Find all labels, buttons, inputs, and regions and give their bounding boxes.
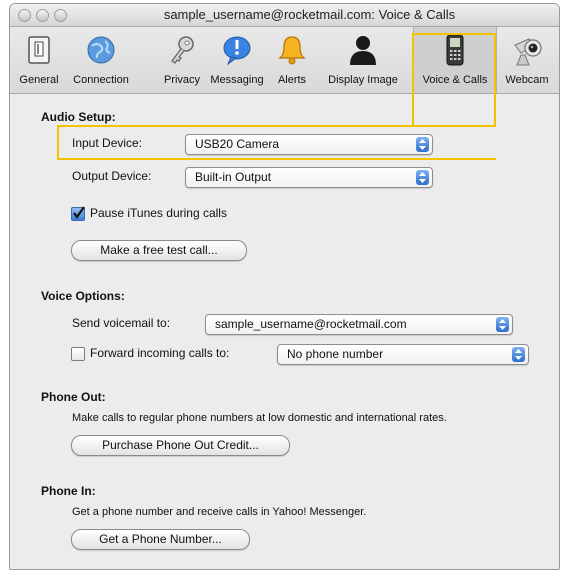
checkmark-icon	[73, 206, 85, 219]
phone-out-description: Make calls to regular phone numbers at l…	[72, 412, 447, 424]
speech-bubble-icon	[223, 36, 251, 66]
forward-calls-checkbox[interactable]	[71, 347, 85, 361]
toolbar-alerts[interactable]: Alerts	[272, 27, 312, 93]
minimize-window-button[interactable]	[36, 9, 49, 22]
close-window-button[interactable]	[18, 9, 31, 22]
phone-in-heading: Phone In:	[41, 484, 96, 498]
highlight-gap	[412, 123, 496, 125]
toolbar-label-display-image: Display Image	[328, 74, 398, 86]
toolbar-display-image[interactable]: Display Image	[315, 27, 411, 93]
window-title: sample_username@rocketmail.com: Voice & …	[163, 7, 456, 22]
toolbar-messaging[interactable]: Messaging	[206, 27, 268, 93]
voicemail-destination-value: sample_username@rocketmail.com	[215, 317, 407, 331]
voice-calls-highlight-box	[412, 33, 496, 127]
toolbar-label-general: General	[19, 74, 59, 86]
general-icon	[28, 36, 50, 64]
output-device-value: Built-in Output	[195, 170, 272, 184]
toolbar-label-connection: Connection	[73, 74, 129, 86]
webcam-icon	[514, 38, 542, 66]
output-device-select[interactable]: Built-in Output	[185, 167, 433, 188]
toolbar-connection[interactable]: Connection	[66, 27, 136, 93]
send-voicemail-label: Send voicemail to:	[72, 316, 171, 330]
forward-number-value: No phone number	[287, 347, 384, 361]
toolbar-general[interactable]: General	[14, 27, 64, 93]
voice-calls-pane: Audio Setup: Input Device: USB20 Camera …	[10, 94, 559, 569]
zoom-window-button[interactable]	[54, 9, 67, 22]
toolbar-label-alerts: Alerts	[277, 74, 307, 86]
globe-icon	[87, 36, 115, 64]
forward-number-select[interactable]: No phone number	[277, 344, 529, 365]
select-arrows-icon	[416, 170, 429, 185]
forward-calls-label: Forward incoming calls to:	[90, 346, 230, 360]
voice-options-heading: Voice Options:	[41, 289, 125, 303]
bell-icon	[278, 36, 306, 65]
voicemail-destination-select[interactable]: sample_username@rocketmail.com	[205, 314, 513, 335]
toolbar-label-privacy: Privacy	[163, 74, 201, 86]
select-arrows-icon	[496, 317, 509, 332]
select-arrows-icon	[512, 347, 525, 362]
toolbar-label-messaging: Messaging	[210, 74, 264, 86]
toolbar-privacy[interactable]: Privacy	[160, 27, 204, 93]
purchase-phone-out-button[interactable]: Purchase Phone Out Credit...	[71, 435, 290, 456]
person-silhouette-icon	[350, 36, 376, 65]
output-device-label: Output Device:	[72, 169, 152, 183]
title-bar[interactable]: sample_username@rocketmail.com: Voice & …	[10, 4, 559, 27]
toolbar-label-webcam: Webcam	[505, 74, 549, 86]
key-icon	[171, 36, 194, 64]
pause-itunes-checkbox[interactable]	[71, 206, 85, 221]
get-phone-number-button[interactable]: Get a Phone Number...	[71, 529, 250, 550]
pause-itunes-label: Pause iTunes during calls	[90, 206, 227, 220]
phone-in-description: Get a phone number and receive calls in …	[72, 506, 367, 518]
audio-setup-heading: Audio Setup:	[41, 110, 116, 124]
phone-out-heading: Phone Out:	[41, 390, 106, 404]
input-device-highlight-box	[57, 125, 496, 160]
toolbar-webcam[interactable]: Webcam	[499, 27, 555, 93]
test-call-button[interactable]: Make a free test call...	[71, 240, 247, 261]
